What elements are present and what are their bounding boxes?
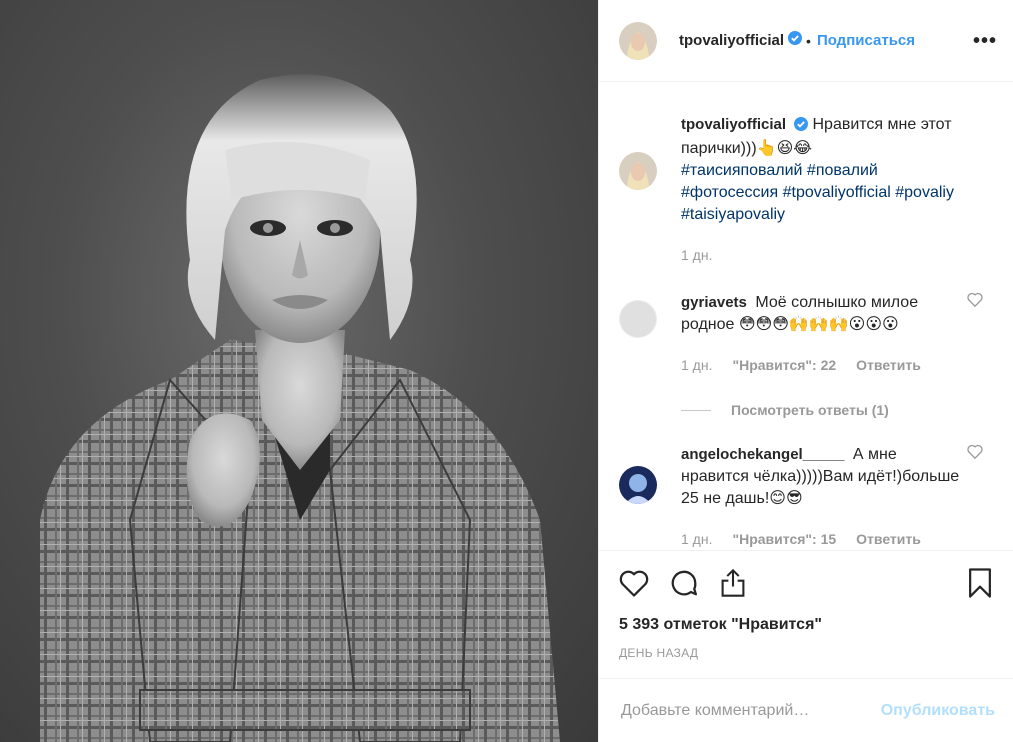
post-actions-bar (599, 550, 1013, 614)
portrait-photo-illustration (40, 74, 560, 742)
caption-author-avatar[interactable] (619, 152, 657, 190)
post-photo[interactable] (0, 0, 598, 742)
author-username[interactable]: tpovaliyofficial (679, 32, 784, 49)
share-icon[interactable] (719, 568, 747, 598)
comment-likes-count[interactable]: "Нравится": 22 (732, 354, 836, 376)
post-container: tpovaliyofficial • Подписаться ••• tpova… (0, 0, 1013, 742)
separator-dot: • (806, 32, 811, 49)
commenter-avatar[interactable] (619, 300, 657, 338)
comment-username[interactable]: gyriavets (681, 294, 747, 311)
caption-username[interactable]: tpovaliyofficial (681, 116, 786, 133)
caption-time[interactable]: 1 дн. (681, 244, 712, 266)
verified-badge-icon (788, 31, 803, 50)
comment-username[interactable]: angelochekangel_____ (681, 446, 844, 463)
commenter-avatar[interactable] (619, 466, 657, 504)
verified-badge-icon (794, 116, 809, 138)
reply-button[interactable]: Ответить (856, 354, 921, 376)
view-replies-label: Посмотреть ответы (1) (731, 402, 889, 418)
save-bookmark-icon[interactable] (967, 567, 993, 599)
comment-meta: 1 дн. "Нравится": 22 Ответить (681, 354, 967, 376)
post-header: tpovaliyofficial • Подписаться ••• (599, 0, 1013, 82)
caption-hashtags[interactable]: #таисияповалий #повалий #фотосессия #tpo… (681, 160, 967, 226)
add-comment-section: Опубликовать (599, 678, 1013, 742)
add-comment-input[interactable] (619, 700, 881, 721)
comment-time[interactable]: 1 дн. (681, 354, 712, 376)
comment-bubble-icon[interactable] (669, 568, 699, 598)
publish-comment-button[interactable]: Опубликовать (881, 702, 995, 720)
caption: tpovaliyofficial Нравится мне этот парич… (619, 114, 993, 266)
caption-body: tpovaliyofficial Нравится мне этот парич… (681, 114, 993, 266)
likes-count[interactable]: 5 393 отметок "Нравится" (599, 614, 1013, 642)
comment-item: angelochekangel_____ А мне нравится чёлк… (619, 444, 993, 550)
replies-divider (681, 409, 711, 411)
comment-likes-count[interactable]: "Нравится": 15 (732, 528, 836, 550)
like-comment-heart-icon[interactable] (967, 292, 983, 312)
comment-body: gyriavets Моё солнышко милое родное 😳😳😳🙌… (681, 292, 993, 376)
like-comment-heart-icon[interactable] (967, 444, 983, 464)
view-replies-button[interactable]: Посмотреть ответы (1) (681, 402, 993, 418)
post-date[interactable]: ДЕНЬ НАЗАД (599, 642, 1013, 678)
comment-item: gyriavets Моё солнышко милое родное 😳😳😳🙌… (619, 292, 993, 376)
like-heart-icon[interactable] (619, 569, 649, 597)
comment-body: angelochekangel_____ А мне нравится чёлк… (681, 444, 993, 550)
post-side-panel: tpovaliyofficial • Подписаться ••• tpova… (598, 0, 1013, 742)
comment-time[interactable]: 1 дн. (681, 528, 712, 550)
more-options-icon[interactable]: ••• (973, 31, 997, 51)
comment-meta: 1 дн. "Нравится": 15 Ответить (681, 528, 967, 550)
comments-list: tpovaliyofficial Нравится мне этот парич… (599, 82, 1013, 550)
reply-button[interactable]: Ответить (856, 528, 921, 550)
author-avatar[interactable] (619, 21, 657, 60)
follow-button[interactable]: Подписаться (817, 32, 915, 49)
caption-meta: 1 дн. (681, 244, 967, 266)
